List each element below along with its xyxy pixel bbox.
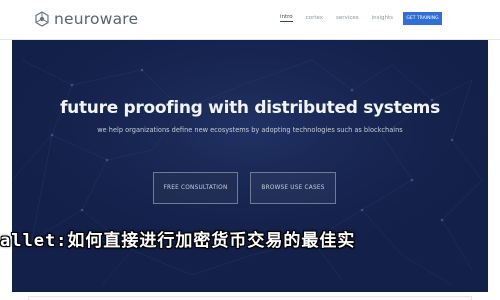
browse-use-cases-button[interactable]: BROWSE USE CASES [250, 172, 336, 204]
hero-title: future proofing with distributed systems [60, 98, 440, 118]
get-training-button[interactable]: GET TRAINING [403, 12, 442, 25]
nav-item-intro[interactable]: intro [280, 14, 293, 22]
overlay-article-title: allet:如何直接进行加密货币交易的最佳实 [0, 231, 356, 251]
brand-name: neuroware [54, 10, 139, 28]
hero-section: future proofing with distributed systems… [12, 40, 488, 292]
nav-item-insights[interactable]: insights [372, 15, 393, 21]
next-section-card [28, 296, 472, 300]
nav-item-services[interactable]: services [336, 15, 359, 21]
hero-subtitle: we help organizations define new ecosyst… [97, 126, 403, 134]
hexagon-logo-icon [35, 11, 49, 27]
site-header: neuroware intro cortex services insights… [0, 0, 500, 40]
main-nav: intro cortex services insights [280, 14, 406, 22]
nav-item-cortex[interactable]: cortex [306, 15, 323, 21]
free-consultation-button[interactable]: FREE CONSULTATION [153, 172, 238, 204]
network-pattern-background [12, 40, 488, 292]
brand-logo[interactable]: neuroware [34, 10, 138, 28]
